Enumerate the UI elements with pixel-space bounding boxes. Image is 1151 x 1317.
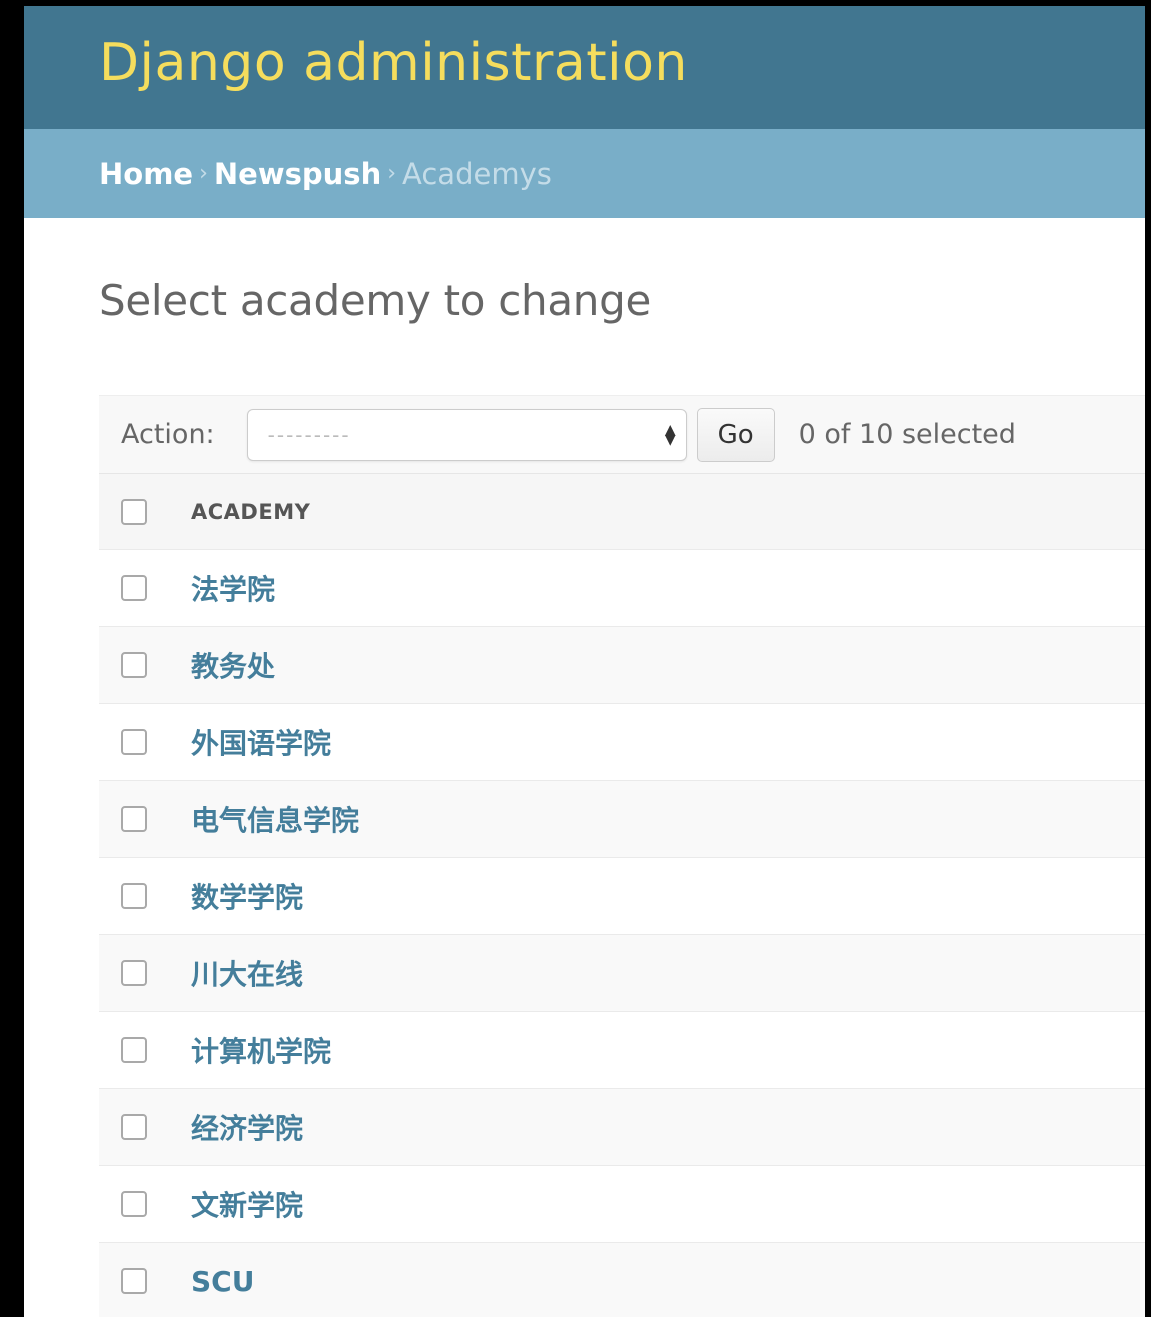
academy-link[interactable]: 数学学院 [191,876,303,916]
table-row: 法学院 [99,550,1145,627]
breadcrumb-separator: › [387,161,397,186]
row-checkbox[interactable] [121,883,147,909]
academy-link[interactable]: 川大在线 [191,953,303,993]
column-header-academy[interactable]: ACADEMY [191,500,310,524]
main-content: Select academy to change Action: -------… [24,276,1145,1317]
action-select[interactable]: --------- ▲ ▼ [246,408,687,461]
table-header-row: ACADEMY [99,473,1145,550]
academy-link[interactable]: SCU [191,1265,254,1298]
action-select-value: --------- [267,422,351,447]
table-row: 川大在线 [99,935,1145,1012]
row-checkbox[interactable] [121,1191,147,1217]
academy-link[interactable]: 教务处 [191,645,275,685]
academy-link[interactable]: 经济学院 [191,1107,303,1147]
breadcrumb-app-link[interactable]: Newspush [214,157,381,191]
academy-link[interactable]: 文新学院 [191,1184,303,1224]
row-checkbox[interactable] [121,806,147,832]
selection-counter: 0 of 10 selected [798,419,1016,450]
row-checkbox[interactable] [121,729,147,755]
row-checkbox[interactable] [121,1037,147,1063]
row-checkbox[interactable] [121,575,147,601]
row-checkbox[interactable] [121,652,147,678]
table-row: 文新学院 [99,1166,1145,1243]
academy-link[interactable]: 电气信息学院 [191,799,359,839]
actions-bar: Action: --------- ▲ ▼ Go 0 of 10 selected [99,395,1145,473]
row-checkbox[interactable] [121,1114,147,1140]
breadcrumb-home-link[interactable]: Home [99,157,193,191]
go-button[interactable]: Go [696,407,775,462]
row-checkbox[interactable] [121,960,147,986]
select-all-checkbox[interactable] [121,498,147,525]
page-title: Select academy to change [99,276,651,325]
table-row: 电气信息学院 [99,781,1145,858]
select-arrows-icon: ▲ ▼ [664,421,676,448]
table-row: 经济学院 [99,1089,1145,1166]
academy-link[interactable]: 法学院 [191,568,275,608]
breadcrumb: Home › Newspush › Academys [24,129,1145,218]
breadcrumb-current: Academys [402,156,552,191]
site-title[interactable]: Django administration [99,33,688,93]
table-row: 教务处 [99,627,1145,704]
table-row: SCU [99,1243,1145,1317]
results-table: ACADEMY 法学院 教务处 外国语学院 电气信息学院 数学学院 川大在线 计… [99,473,1145,1317]
browser-viewport: Django administration Home › Newspush › … [24,6,1145,1317]
row-checkbox[interactable] [121,1268,147,1294]
academy-link[interactable]: 计算机学院 [191,1030,331,1070]
academy-link[interactable]: 外国语学院 [191,722,331,762]
breadcrumb-separator: › [199,161,208,186]
site-header: Django administration [24,6,1145,129]
table-row: 数学学院 [99,858,1145,935]
table-row: 计算机学院 [99,1012,1145,1089]
action-label: Action: [121,419,215,450]
table-row: 外国语学院 [99,704,1145,781]
